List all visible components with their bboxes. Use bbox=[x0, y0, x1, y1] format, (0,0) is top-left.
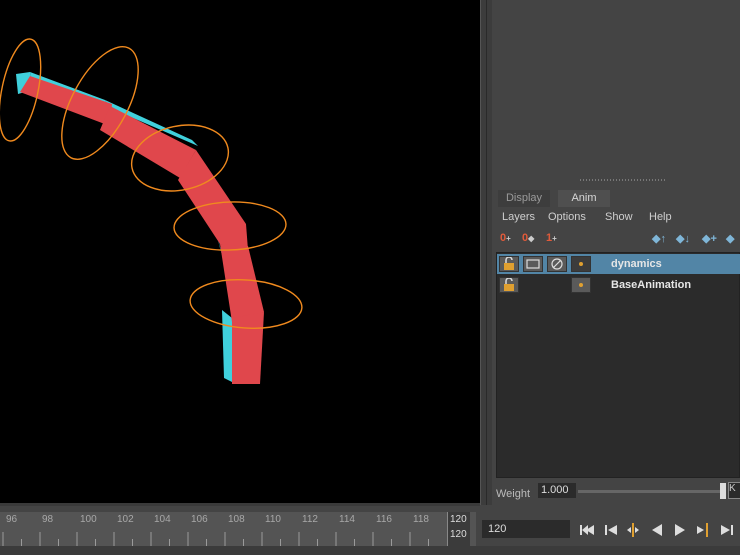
current-frame-label: 120 bbox=[450, 529, 467, 540]
viewport-border bbox=[0, 503, 480, 506]
layer-list: dynamics BaseAnimation bbox=[496, 252, 740, 478]
tick-label: 104 bbox=[154, 514, 171, 525]
menu-layers[interactable]: Layers bbox=[502, 211, 535, 223]
weight-label: Weight bbox=[496, 488, 531, 500]
one-key-icon[interactable]: 1+ bbox=[546, 232, 557, 244]
layer-row[interactable]: dynamics bbox=[497, 254, 740, 274]
ghost-icon[interactable] bbox=[571, 256, 591, 272]
tick-label: 114 bbox=[339, 514, 355, 525]
chain-segment bbox=[220, 244, 264, 322]
divider-line bbox=[486, 0, 487, 505]
tick-label: 108 bbox=[228, 514, 245, 525]
current-time-marker[interactable]: 120 120 bbox=[447, 512, 470, 546]
layer-row[interactable]: BaseAnimation bbox=[497, 275, 740, 295]
menu-show[interactable]: Show bbox=[605, 211, 633, 223]
weight-bar: Weight 1.000 K bbox=[492, 480, 740, 504]
lock-icon[interactable] bbox=[499, 277, 519, 293]
move-layer-down-icon[interactable]: ◆↓ bbox=[676, 232, 690, 245]
step-forward-key-icon[interactable] bbox=[694, 521, 712, 539]
menu-options[interactable]: Options bbox=[548, 211, 586, 223]
time-slider[interactable]: 96 98 100 102 104 106 108 110 112 114 11… bbox=[0, 512, 476, 546]
menu-help[interactable]: Help bbox=[649, 211, 672, 223]
layer-name: dynamics bbox=[611, 258, 662, 270]
range-slider-edge bbox=[0, 546, 740, 555]
play-forwards-icon[interactable] bbox=[671, 521, 689, 539]
key-weight-button[interactable]: K bbox=[728, 482, 740, 499]
tick-label: 96 bbox=[6, 514, 18, 525]
tab-display[interactable]: Display bbox=[498, 190, 550, 207]
current-frame-field[interactable]: 120 bbox=[482, 520, 570, 538]
zero-key-selected-icon[interactable]: 0+ bbox=[500, 232, 511, 244]
chain-segment bbox=[100, 106, 196, 178]
tick-label: 112 bbox=[302, 514, 318, 525]
layer-menu-bar: Layers Options Show Help bbox=[492, 208, 740, 228]
weight-field[interactable]: 1.000 bbox=[538, 483, 576, 498]
tick-label: 100 bbox=[80, 514, 97, 525]
play-backwards-icon[interactable] bbox=[648, 521, 666, 539]
lock-icon[interactable] bbox=[499, 256, 519, 272]
mute-icon[interactable] bbox=[547, 256, 567, 272]
chain-segment bbox=[20, 76, 112, 126]
upper-panel bbox=[492, 0, 740, 177]
zero-key-weighted-icon[interactable]: 0◆ bbox=[522, 232, 534, 244]
panel-tabs: Display Anim bbox=[492, 188, 740, 209]
tick-label: 110 bbox=[265, 514, 281, 525]
step-back-frame-icon[interactable] bbox=[624, 521, 642, 539]
tick-label: 116 bbox=[376, 514, 392, 525]
solo-icon[interactable] bbox=[523, 256, 543, 272]
chain-segment bbox=[178, 150, 248, 250]
go-to-end-icon[interactable] bbox=[718, 521, 736, 539]
new-layer-selected-icon[interactable]: ◆ bbox=[726, 232, 734, 245]
splitter-grip[interactable] bbox=[580, 179, 666, 181]
scene-render bbox=[0, 38, 303, 384]
new-layer-icon[interactable]: ◆+ bbox=[702, 232, 717, 245]
ghost-icon[interactable] bbox=[571, 277, 591, 293]
tick-label: 98 bbox=[42, 514, 54, 525]
chain-segment bbox=[232, 312, 264, 384]
layer-name: BaseAnimation bbox=[611, 279, 692, 291]
tick-label: 102 bbox=[117, 514, 134, 525]
go-to-start-icon[interactable] bbox=[578, 521, 596, 539]
tab-anim[interactable]: Anim bbox=[558, 190, 610, 207]
tick-label: 106 bbox=[191, 514, 208, 525]
move-layer-up-icon[interactable]: ◆↑ bbox=[652, 232, 666, 245]
weight-slider-thumb[interactable] bbox=[720, 483, 726, 499]
tick-label: 120 bbox=[450, 514, 467, 525]
pane-splitter[interactable] bbox=[492, 176, 740, 184]
layer-toolbar: 0+ 0◆ 1+ ◆↑ ◆↓ ◆+ ◆ bbox=[492, 228, 740, 252]
weight-slider[interactable] bbox=[578, 490, 726, 493]
tick-label: 118 bbox=[413, 514, 429, 525]
3d-viewport[interactable] bbox=[0, 0, 480, 503]
step-back-key-icon[interactable] bbox=[602, 521, 620, 539]
chain-side-face bbox=[222, 310, 232, 382]
